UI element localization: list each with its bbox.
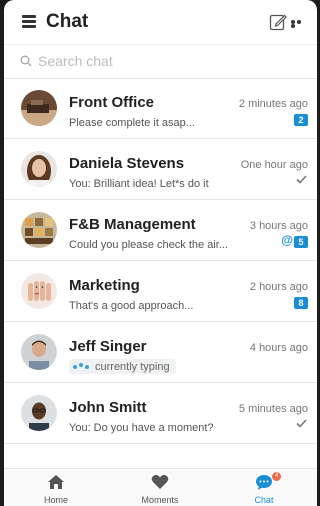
typing-indicator: currently typing	[69, 359, 176, 374]
typing-text: currently typing	[95, 360, 170, 373]
avatar	[21, 90, 57, 126]
chat-time: 2 minutes ago	[238, 98, 308, 110]
chat-list: Front Office Please complete it asap... …	[4, 78, 317, 444]
chat-preview: That's a good approach...	[69, 300, 194, 312]
chat-time: 5 minutes ago	[238, 403, 308, 415]
chat-time: 4 hours ago	[249, 342, 308, 354]
chat-row-fb-management[interactable]: F&B Management Could you please check th…	[4, 200, 317, 261]
chat-time: One hour ago	[240, 159, 308, 171]
home-icon	[48, 475, 64, 489]
chat-name: Jeff Singer	[69, 338, 147, 355]
more-options-icon[interactable]	[291, 20, 307, 28]
chat-preview: Could you please check the air...	[69, 239, 228, 251]
nav-home[interactable]: Home	[4, 469, 108, 506]
typing-dots-icon	[73, 362, 91, 369]
nav-label: Chat	[254, 495, 274, 505]
unread-badge: 8	[294, 297, 308, 309]
unread-badge: 5	[294, 236, 308, 248]
avatar	[21, 334, 57, 370]
search-input[interactable]	[38, 51, 298, 71]
unread-badge: 2	[294, 114, 308, 126]
app-screen: Chat Front Office Please comp	[4, 0, 317, 506]
top-bar: Chat	[4, 0, 317, 44]
chat-row-front-office[interactable]: Front Office Please complete it asap... …	[4, 78, 317, 139]
chat-name: F&B Management	[69, 216, 196, 233]
bottom-navigation: Home Moments 4 Chat	[4, 468, 317, 506]
avatar	[21, 212, 57, 248]
chat-name: Marketing	[69, 277, 140, 294]
chat-name: Daniela Stevens	[69, 155, 185, 172]
nav-chat[interactable]: 4 Chat	[212, 469, 316, 506]
search-bar	[4, 44, 317, 79]
chat-row-john-smitt[interactable]: John Smitt You: Do you have a moment? 5 …	[4, 383, 317, 444]
nav-moments[interactable]: Moments	[108, 469, 212, 506]
search-icon	[20, 55, 32, 67]
avatar	[21, 273, 57, 309]
chat-icon	[256, 475, 272, 490]
chat-preview: You: Brilliant idea! Let*s do it	[69, 178, 209, 190]
chat-row-marketing[interactable]: Marketing That's a good approach... 2 ho…	[4, 261, 317, 322]
notification-badge: 4	[272, 472, 281, 481]
read-check-icon	[296, 419, 307, 428]
mention-indicator: @	[281, 233, 293, 247]
chat-time: 2 hours ago	[249, 281, 308, 293]
nav-label: Moments	[141, 495, 179, 505]
chat-row-jeff-singer[interactable]: Jeff Singer currently typing 4 hours ago	[4, 322, 317, 383]
nav-label: Home	[43, 495, 68, 505]
heart-icon	[151, 475, 169, 489]
read-check-icon	[296, 175, 307, 184]
chat-name: John Smitt	[69, 399, 147, 416]
avatar	[21, 395, 57, 431]
chat-preview: Please complete it asap...	[69, 117, 195, 129]
hamburger-menu-icon[interactable]	[22, 15, 36, 28]
chat-name: Front Office	[69, 94, 154, 111]
page-title: Chat	[46, 11, 89, 32]
compose-icon[interactable]	[269, 13, 287, 31]
avatar	[21, 151, 57, 187]
chat-row-daniela-stevens[interactable]: Daniela Stevens You: Brilliant idea! Let…	[4, 139, 317, 200]
chat-time: 3 hours ago	[249, 220, 308, 232]
chat-preview: You: Do you have a moment?	[69, 422, 214, 434]
